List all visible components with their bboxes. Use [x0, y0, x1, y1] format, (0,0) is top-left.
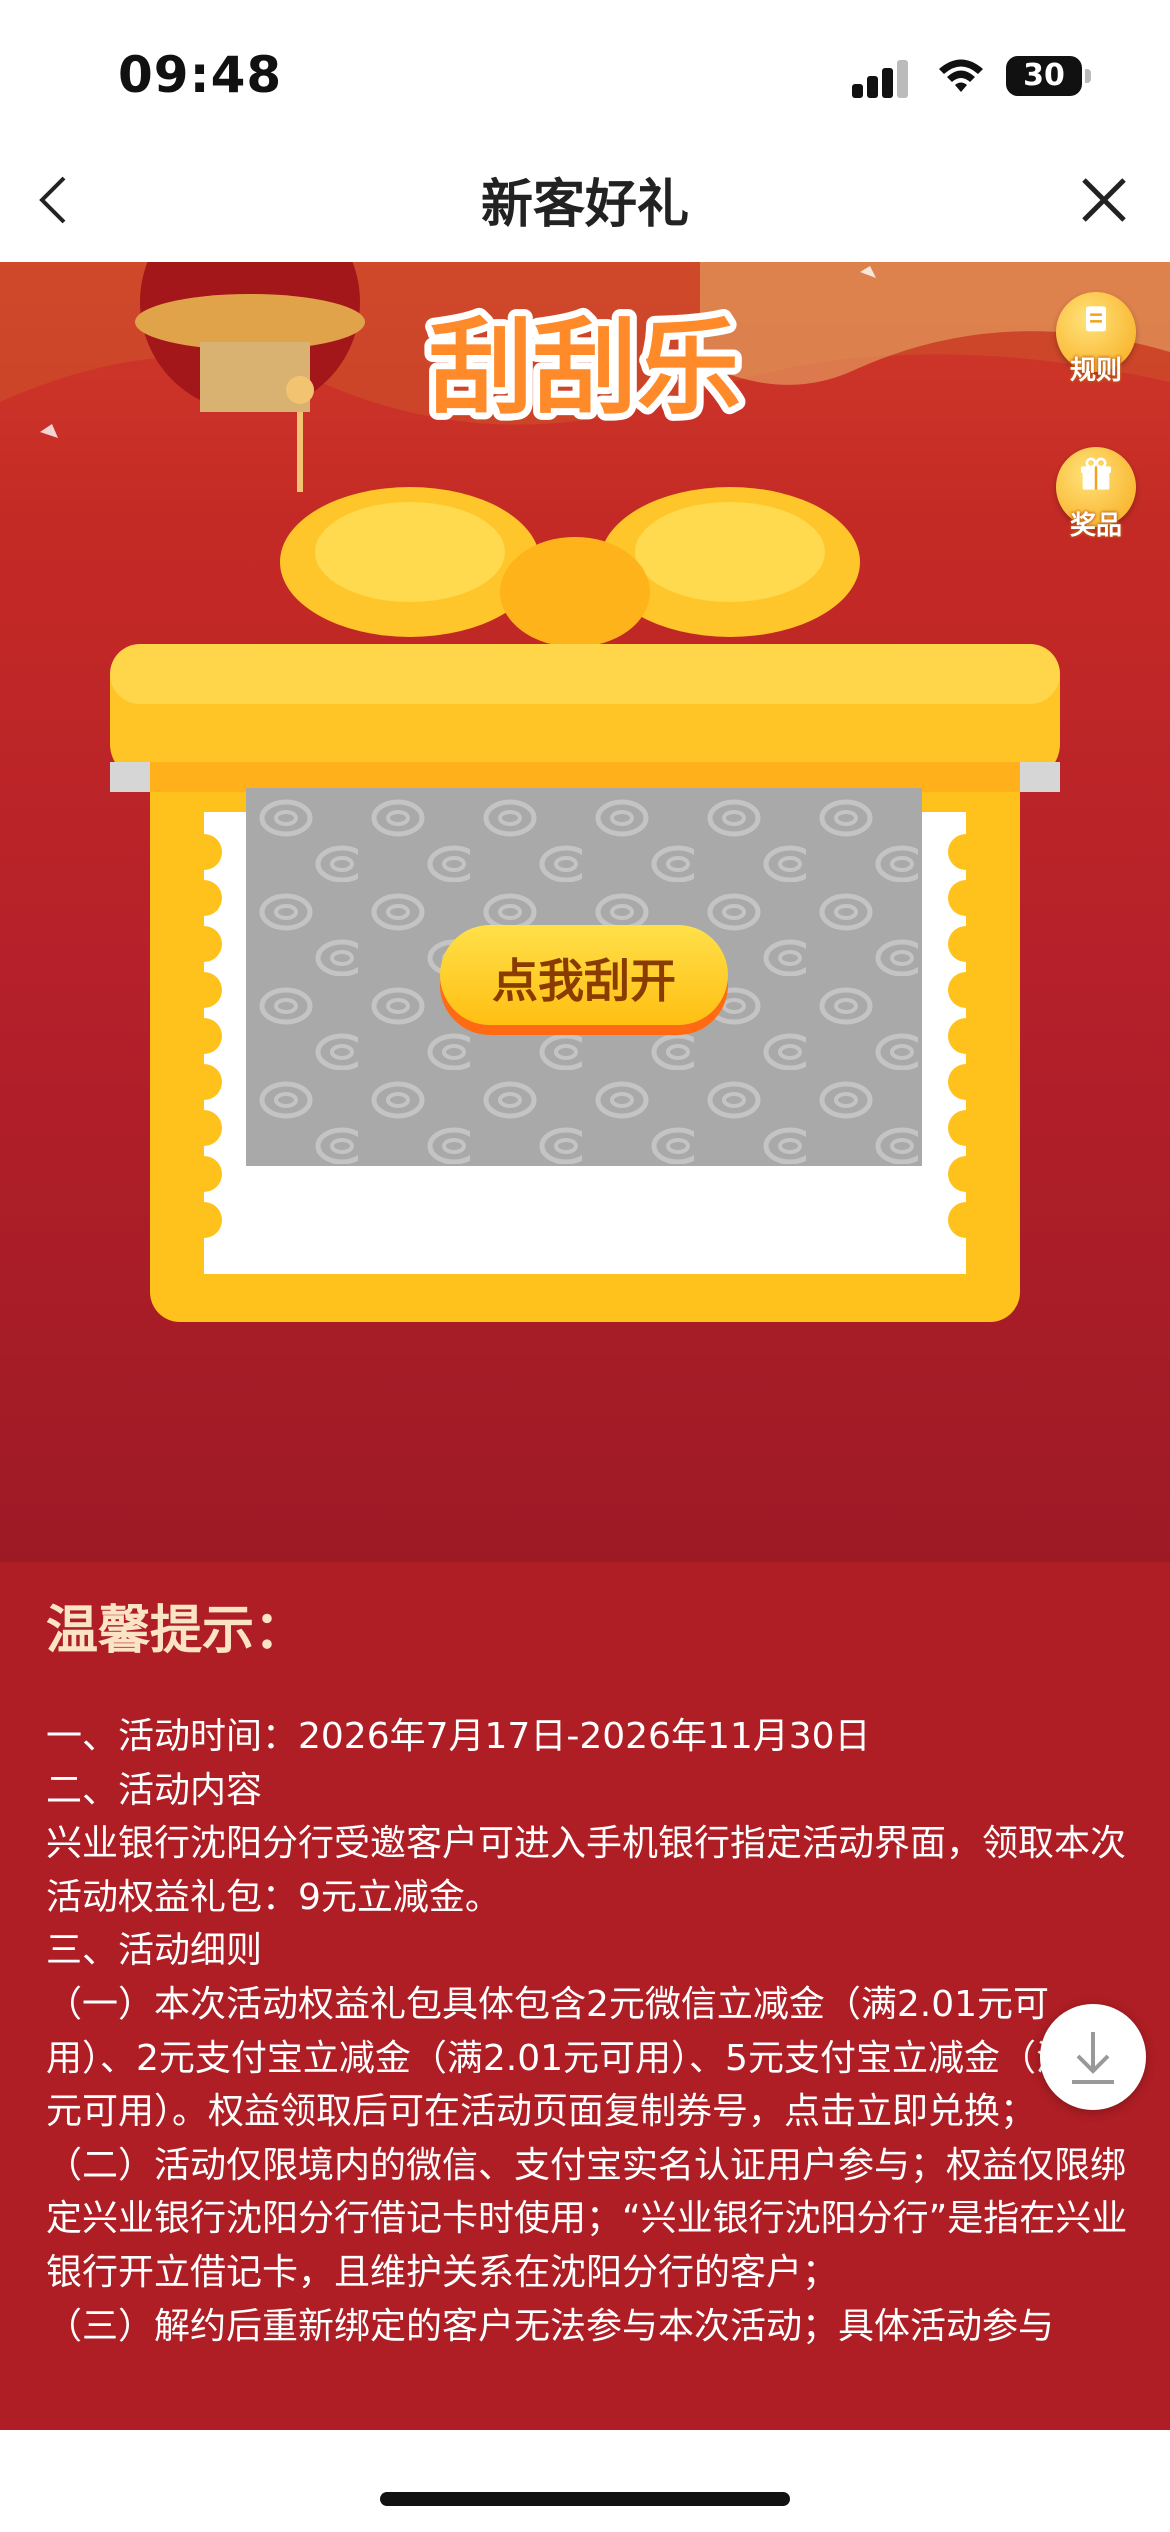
scratch-button-label: 点我刮开 — [492, 955, 676, 1007]
tips-line: 三、活动细则 — [46, 1930, 263, 1972]
tips-line: （二）活动仅限境内的微信、支付宝实名认证用户参与；权益仅限绑定兴业银行沈阳分行借… — [46, 2144, 1128, 2293]
document-icon — [1086, 306, 1106, 332]
scratch-button[interactable]: 点我刮开 — [440, 925, 728, 1035]
prize-label: 奖品 — [1069, 511, 1122, 541]
rules-label: 规则 — [1069, 356, 1122, 386]
tips-line: 二、活动内容 — [46, 1769, 263, 1811]
download-icon — [1072, 2032, 1114, 2084]
home-indicator[interactable] — [380, 2492, 790, 2506]
status-time: 09:48 — [118, 46, 283, 104]
tips-section: 温馨提示： 一、活动时间：2026年7月17日-2026年11月30日 二、活动… — [0, 1562, 1170, 2430]
download-button[interactable] — [1040, 2004, 1146, 2110]
tips-line: （三）解约后重新绑定的客户无法参与本次活动；具体活动参与 — [46, 2305, 1055, 2347]
title-art: 刮刮乐 刮刮乐 — [422, 300, 748, 436]
tips-line: 兴业银行沈阳分行受邀客户可进入手机银行指定活动界面，领取本次活动权益礼包：9元立… — [46, 1823, 1127, 1918]
home-area — [0, 2430, 1170, 2532]
tips-line: （一）本次活动权益礼包具体包含2元微信立减金（满2.01元可用）、2元支付宝立减… — [46, 1983, 1118, 2133]
tips-title: 温馨提示： — [46, 1601, 307, 1661]
rules-button[interactable]: 规则 — [1056, 292, 1136, 386]
gift-icon — [1081, 457, 1111, 490]
wifi-icon — [939, 59, 983, 92]
page-title: 新客好礼 — [480, 175, 689, 235]
close-icon[interactable] — [1074, 170, 1134, 230]
battery-icon: 30 — [1006, 56, 1091, 96]
svg-text:刮刮乐: 刮刮乐 — [429, 307, 741, 429]
tips-line: 一、活动时间：2026年7月17日-2026年11月30日 — [46, 1716, 871, 1757]
prize-button[interactable]: 奖品 — [1056, 447, 1136, 541]
nav-bar: 新客好礼 — [0, 140, 1170, 263]
cellular-signal-icon — [852, 58, 912, 98]
tips-body: 一、活动时间：2026年7月17日-2026年11月30日 二、活动内容 兴业银… — [46, 1710, 1136, 2353]
status-bar: 09:48 30 — [0, 0, 1170, 140]
